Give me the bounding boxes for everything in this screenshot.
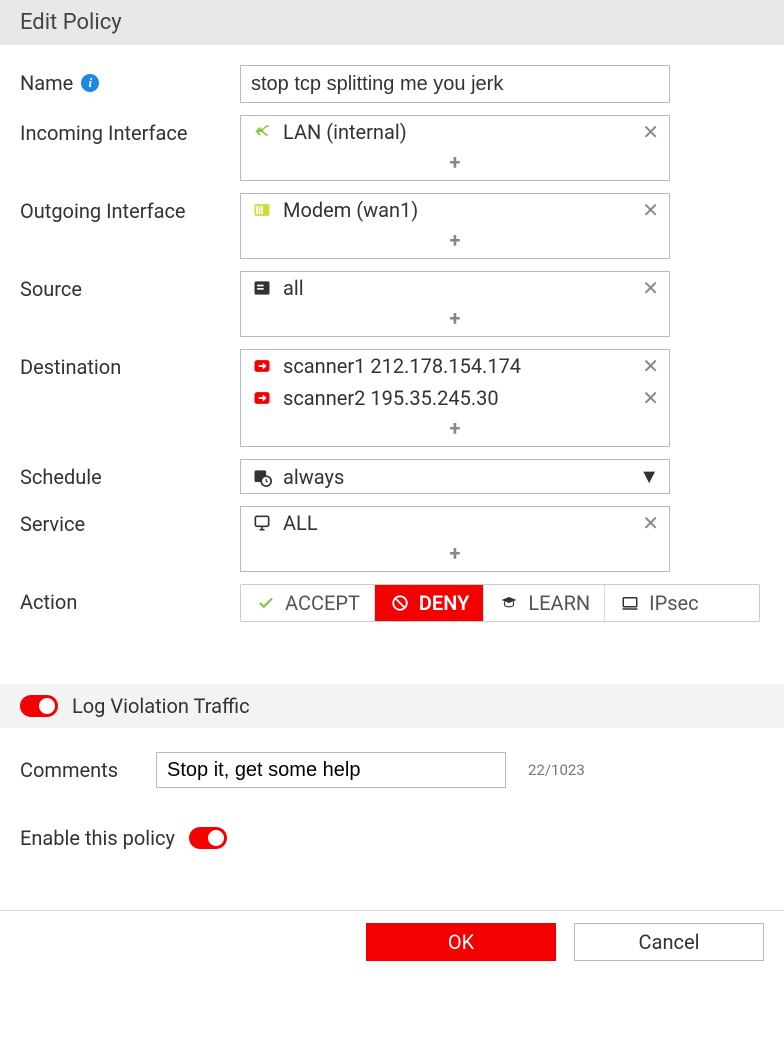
incoming-interface-box[interactable]: LAN (internal) ✕ + bbox=[240, 115, 670, 181]
row-outgoing-interface: Outgoing Interface Modem (wan1) ✕ + bbox=[20, 193, 764, 259]
label-action: Action bbox=[20, 584, 240, 614]
row-service: Service ALL ✕ + bbox=[20, 506, 764, 572]
bottom-bar: OK Cancel bbox=[0, 910, 784, 973]
enable-policy-toggle[interactable] bbox=[189, 827, 227, 849]
page-header: Edit Policy bbox=[0, 0, 784, 45]
log-violation-toggle[interactable] bbox=[20, 695, 58, 717]
label-outgoing-interface: Outgoing Interface bbox=[20, 193, 240, 223]
row-schedule: Schedule always ▼ bbox=[20, 459, 764, 494]
comments-char-count: 22/1023 bbox=[528, 761, 585, 779]
log-violation-label: Log Violation Traffic bbox=[72, 694, 250, 718]
row-destination: Destination scanner1 212.178.154.174 ✕ s… bbox=[20, 349, 764, 447]
label-destination: Destination bbox=[20, 349, 240, 379]
close-icon[interactable]: ✕ bbox=[642, 511, 659, 535]
close-icon[interactable]: ✕ bbox=[642, 386, 659, 410]
action-accept-label: ACCEPT bbox=[285, 591, 360, 615]
schedule-value: always bbox=[283, 465, 344, 489]
source-item[interactable]: all ✕ bbox=[241, 272, 669, 304]
name-input[interactable] bbox=[240, 65, 670, 103]
destination-item[interactable]: scanner2 195.35.245.30 ✕ bbox=[241, 382, 669, 414]
close-icon[interactable]: ✕ bbox=[642, 120, 659, 144]
label-comments: Comments bbox=[20, 758, 140, 782]
log-violation-section: Log Violation Traffic bbox=[0, 684, 784, 728]
page-title: Edit Policy bbox=[20, 10, 122, 35]
service-icon bbox=[251, 512, 273, 534]
ok-button[interactable]: OK bbox=[366, 923, 556, 961]
info-icon[interactable]: i bbox=[81, 74, 99, 92]
row-name: Name i bbox=[20, 65, 764, 103]
calendar-clock-icon bbox=[251, 466, 273, 488]
service-item-label: ALL bbox=[283, 511, 318, 535]
chevron-down-icon: ▼ bbox=[639, 464, 659, 489]
action-ipsec[interactable]: IPsec bbox=[605, 585, 712, 621]
host-icon bbox=[251, 387, 273, 409]
incoming-interface-item-label: LAN (internal) bbox=[283, 120, 407, 144]
outgoing-interface-box[interactable]: Modem (wan1) ✕ + bbox=[240, 193, 670, 259]
ok-button-label: OK bbox=[448, 930, 474, 954]
add-destination[interactable]: + bbox=[241, 414, 669, 446]
close-icon[interactable]: ✕ bbox=[642, 354, 659, 378]
source-item-label: all bbox=[283, 276, 304, 300]
action-ipsec-label: IPsec bbox=[649, 591, 698, 615]
outgoing-interface-item-label: Modem (wan1) bbox=[283, 198, 418, 222]
action-accept[interactable]: ACCEPT bbox=[241, 585, 375, 621]
destination-item[interactable]: scanner1 212.178.154.174 ✕ bbox=[241, 350, 669, 382]
row-incoming-interface: Incoming Interface LAN (internal) ✕ + bbox=[20, 115, 764, 181]
incoming-interface-item[interactable]: LAN (internal) ✕ bbox=[241, 116, 669, 148]
destination-item-label: scanner1 212.178.154.174 bbox=[283, 354, 521, 378]
destination-box[interactable]: scanner1 212.178.154.174 ✕ scanner2 195.… bbox=[240, 349, 670, 447]
close-icon[interactable]: ✕ bbox=[642, 276, 659, 300]
add-incoming-interface[interactable]: + bbox=[241, 148, 669, 180]
label-name: Name i bbox=[20, 65, 240, 95]
ipsec-icon bbox=[619, 592, 641, 614]
host-icon bbox=[251, 355, 273, 377]
action-learn[interactable]: LEARN bbox=[484, 585, 605, 621]
learn-icon bbox=[498, 592, 520, 614]
action-deny-label: DENY bbox=[419, 591, 469, 615]
shuffle-icon bbox=[251, 121, 273, 143]
label-incoming-interface: Incoming Interface bbox=[20, 115, 240, 145]
modem-icon bbox=[251, 199, 273, 221]
row-source: Source all ✕ + bbox=[20, 271, 764, 337]
check-icon bbox=[255, 592, 277, 614]
destination-item-label: scanner2 195.35.245.30 bbox=[283, 386, 499, 410]
action-learn-label: LEARN bbox=[528, 591, 590, 615]
address-icon bbox=[251, 277, 273, 299]
add-service[interactable]: + bbox=[241, 539, 669, 571]
add-outgoing-interface[interactable]: + bbox=[241, 226, 669, 258]
row-enable-policy: Enable this policy bbox=[0, 796, 784, 910]
label-source: Source bbox=[20, 271, 240, 301]
service-item[interactable]: ALL ✕ bbox=[241, 507, 669, 539]
row-comments: Comments 22/1023 bbox=[0, 728, 784, 796]
schedule-select[interactable]: always ▼ bbox=[240, 459, 670, 494]
source-box[interactable]: all ✕ + bbox=[240, 271, 670, 337]
deny-icon bbox=[389, 592, 411, 614]
label-name-text: Name bbox=[20, 71, 73, 95]
outgoing-interface-item[interactable]: Modem (wan1) ✕ bbox=[241, 194, 669, 226]
cancel-button-label: Cancel bbox=[639, 930, 700, 954]
label-schedule: Schedule bbox=[20, 459, 240, 489]
comments-input[interactable] bbox=[156, 752, 506, 788]
action-deny[interactable]: DENY bbox=[375, 585, 484, 621]
action-group: ACCEPT DENY LEARN IPsec bbox=[240, 584, 760, 622]
cancel-button[interactable]: Cancel bbox=[574, 923, 764, 961]
add-source[interactable]: + bbox=[241, 304, 669, 336]
service-box[interactable]: ALL ✕ + bbox=[240, 506, 670, 572]
row-action: Action ACCEPT DENY LEARN bbox=[20, 584, 764, 622]
label-service: Service bbox=[20, 506, 240, 536]
close-icon[interactable]: ✕ bbox=[642, 198, 659, 222]
enable-policy-label: Enable this policy bbox=[20, 826, 175, 850]
policy-form: Name i Incoming Interface LAN (internal)… bbox=[0, 45, 784, 644]
